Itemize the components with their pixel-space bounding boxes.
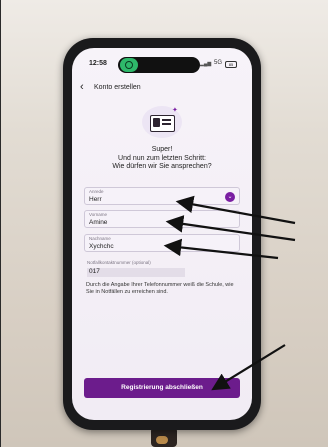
intro-line-1: Super! bbox=[151, 146, 173, 153]
id-card-illustration: ✦ bbox=[142, 106, 182, 138]
salutation-select[interactable]: Anrede Herr ⌄ bbox=[84, 187, 240, 205]
signal-icon: ▂▄▆ bbox=[200, 61, 212, 67]
page-title: Konto erstellen bbox=[94, 84, 141, 91]
first-name-field[interactable]: Vorname Amine bbox=[84, 210, 240, 228]
submit-registration-button[interactable]: Registrierung abschließen bbox=[84, 378, 240, 398]
intro-line-3: Wie dürfen wir Sie ansprechen? bbox=[112, 163, 212, 170]
emergency-phone-label: Notfallkontaktnummer (optional) bbox=[87, 260, 151, 265]
status-time: 12:58 bbox=[89, 60, 107, 67]
app-header: ‹ Konto erstellen bbox=[72, 78, 252, 98]
chevron-left-icon[interactable]: ‹ bbox=[80, 82, 84, 93]
emergency-phone-value: 017 bbox=[87, 268, 185, 277]
last-name-field[interactable]: Nachname Xychchc bbox=[84, 234, 240, 252]
phone-screen: 12:58 ▂▄▆ 5G 85 ‹ Konto erstellen ✦ Supe… bbox=[72, 48, 252, 420]
intro-line-2: Und nun zum letzten Schritt: bbox=[118, 154, 206, 162]
status-bar: 12:58 ▂▄▆ 5G 85 bbox=[72, 48, 252, 74]
last-name-label: Nachname bbox=[89, 236, 111, 241]
sparkle-icon: ✦ bbox=[172, 107, 178, 114]
intro-text: Super! Und nun zum letzten Schritt: Wie … bbox=[82, 146, 242, 172]
chevron-down-icon[interactable]: ⌄ bbox=[225, 192, 235, 202]
helper-text: Durch die Angabe Ihrer Telefonnummer wei… bbox=[86, 282, 234, 295]
id-card-icon bbox=[150, 115, 175, 132]
lanyard-ring bbox=[156, 436, 168, 444]
battery-icon: 85 bbox=[225, 61, 237, 68]
first-name-value: Amine bbox=[89, 219, 108, 226]
app-activity-icon bbox=[120, 58, 138, 72]
salutation-value: Herr bbox=[89, 196, 102, 203]
emergency-phone-field[interactable]: Notfallkontaktnummer (optional) 017 bbox=[84, 260, 240, 278]
first-name-label: Vorname bbox=[89, 212, 108, 217]
network-label: 5G bbox=[214, 60, 223, 66]
dynamic-island bbox=[118, 57, 200, 73]
salutation-label: Anrede bbox=[89, 189, 104, 194]
wall-edge bbox=[0, 0, 1, 447]
last-name-value: Xychchc bbox=[89, 243, 114, 250]
